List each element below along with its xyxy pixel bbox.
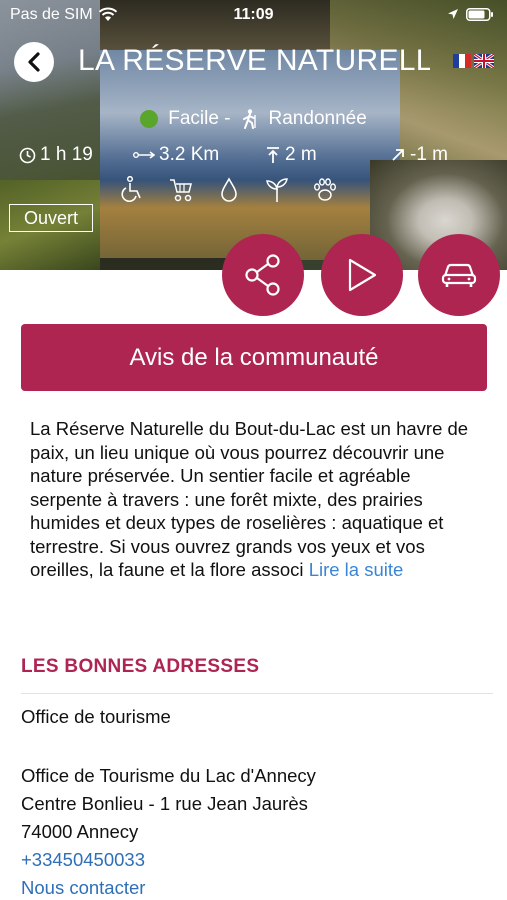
status-badge: Ouvert [9,204,93,232]
flag-fr-icon[interactable] [453,54,471,68]
address-city: 74000 Annecy [21,821,139,842]
description: La Réserve Naturelle du Bout-du-Lac est … [30,417,480,582]
community-reviews-button[interactable]: Avis de la communauté [21,324,487,391]
page-title: LA RÉSERVE NATURELLE [78,44,430,77]
ascent-icon [267,147,279,163]
ascent-value: 2 m [285,144,317,165]
play-icon [348,258,377,292]
address-street: Centre Bonlieu - 1 rue Jean Jaurès [21,793,308,814]
distance-icon [133,151,155,159]
chevron-left-icon [28,52,40,72]
amenities-row [120,176,338,204]
read-more-link[interactable]: Lire la suite [309,559,404,580]
share-icon [245,254,280,296]
flag-uk-icon[interactable] [474,54,494,68]
descent-icon [392,149,404,161]
distance-value: 3.2 Km [159,144,220,165]
location-arrow-icon [448,9,458,19]
duration-value: 1 h 19 [40,144,93,165]
address-category: Office de tourisme [21,706,171,727]
directions-button[interactable] [418,234,500,316]
language-selector[interactable] [453,54,497,68]
description-text: La Réserve Naturelle du Bout-du-Lac est … [30,418,469,580]
hero-image-collage: Pas de SIM 11:09 LA RÉSERVE NATURELLE Fa… [0,0,507,270]
contact-link[interactable]: Nous contacter [21,877,145,899]
clock-icon [19,147,36,163]
route-stats: 1 h 19 3.2 Km 2 m -1 m [0,144,507,168]
back-button[interactable] [14,42,54,82]
difficulty-label: Facile - [168,108,231,129]
address-name: Office de Tourisme du Lac d'Annecy [21,765,316,786]
paw-icon [314,178,337,201]
status-bar: Pas de SIM 11:09 [0,0,507,30]
play-button[interactable] [321,234,403,316]
activity-label: Randonnée [268,108,367,129]
share-button[interactable] [222,234,304,316]
water-drop-icon [221,177,237,202]
duration-stat: 1 h 19 [19,144,93,166]
phone-link[interactable]: +33450450033 [21,849,145,871]
battery-icon [466,8,493,21]
wheelchair-icon [121,176,141,202]
section-title-addresses: LES BONNES ADRESSES [21,656,260,677]
difficulty-row: Facile - Randonnée [0,108,507,134]
descent-value: -1 m [410,144,448,165]
difficulty-dot-icon [140,110,159,128]
stroller-icon [170,179,192,202]
divider [21,693,493,694]
car-icon [441,263,477,287]
hiker-icon [242,109,256,129]
plant-icon [266,178,288,202]
distance-stat: 3.2 Km [133,144,219,166]
descent-stat: -1 m [390,144,448,166]
ascent-stat: 2 m [265,144,317,166]
clock: 11:09 [233,6,274,23]
